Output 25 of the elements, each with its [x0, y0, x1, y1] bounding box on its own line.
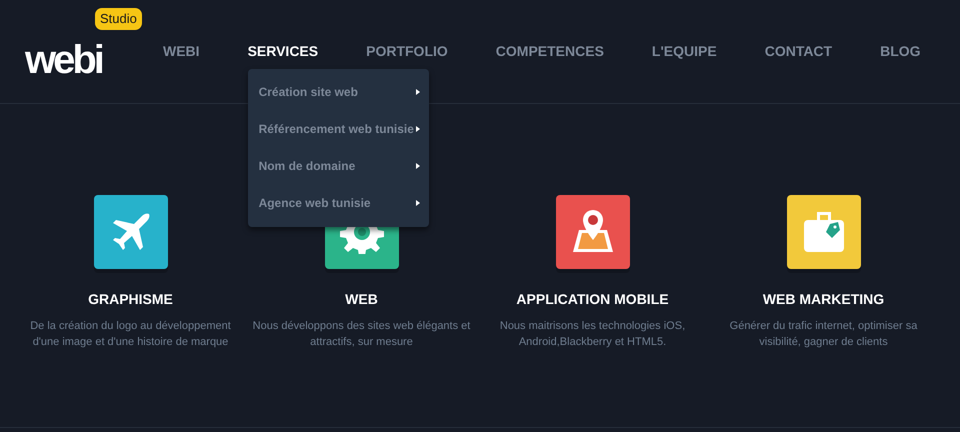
nav-link[interactable]: CONTACT: [764, 42, 832, 58]
service-description: Générer du trafic internet, optimiser sa visibilité, gagner de clients: [728, 319, 918, 350]
service-description: Nous développons des sites web élégants et attractifs, sur mesure: [252, 319, 472, 350]
nav-link[interactable]: PORTFOLIO: [366, 42, 448, 58]
caret-icon: [416, 200, 420, 206]
dropdown-item[interactable]: Nom de domaine: [248, 148, 429, 184]
service-title: WEB MARKETING: [762, 290, 884, 309]
nav-link[interactable]: WEBI: [163, 42, 200, 58]
dropdown-item[interactable]: Référencement web tunisie: [248, 110, 429, 148]
caret-icon: [416, 89, 420, 95]
service-title: APPLICATION MOBILE: [516, 290, 669, 309]
logo-wordmark[interactable]: webi: [25, 40, 102, 80]
service-description: De la création du logo au développement d'une image et d'une histoire de marque: [29, 319, 232, 350]
service-title: GRAPHISME: [88, 290, 173, 309]
nav-link[interactable]: L'EQUIPE: [652, 42, 717, 58]
nav-link[interactable]: SERVICES: [248, 42, 318, 58]
caret-icon: [416, 126, 420, 132]
service-title: WEB: [345, 290, 378, 309]
service-description: Nous maitrisons les technologies iOS, Android,Blackberry et HTML5.: [498, 319, 686, 350]
dropdown-item[interactable]: Agence web tunisie: [248, 184, 429, 222]
studio-badge: Studio: [95, 8, 142, 30]
nav-link[interactable]: COMPETENCES: [496, 42, 604, 58]
dropdown-item[interactable]: Création site web: [248, 74, 429, 110]
nav-link[interactable]: BLOG: [880, 42, 921, 58]
caret-icon: [416, 163, 420, 169]
